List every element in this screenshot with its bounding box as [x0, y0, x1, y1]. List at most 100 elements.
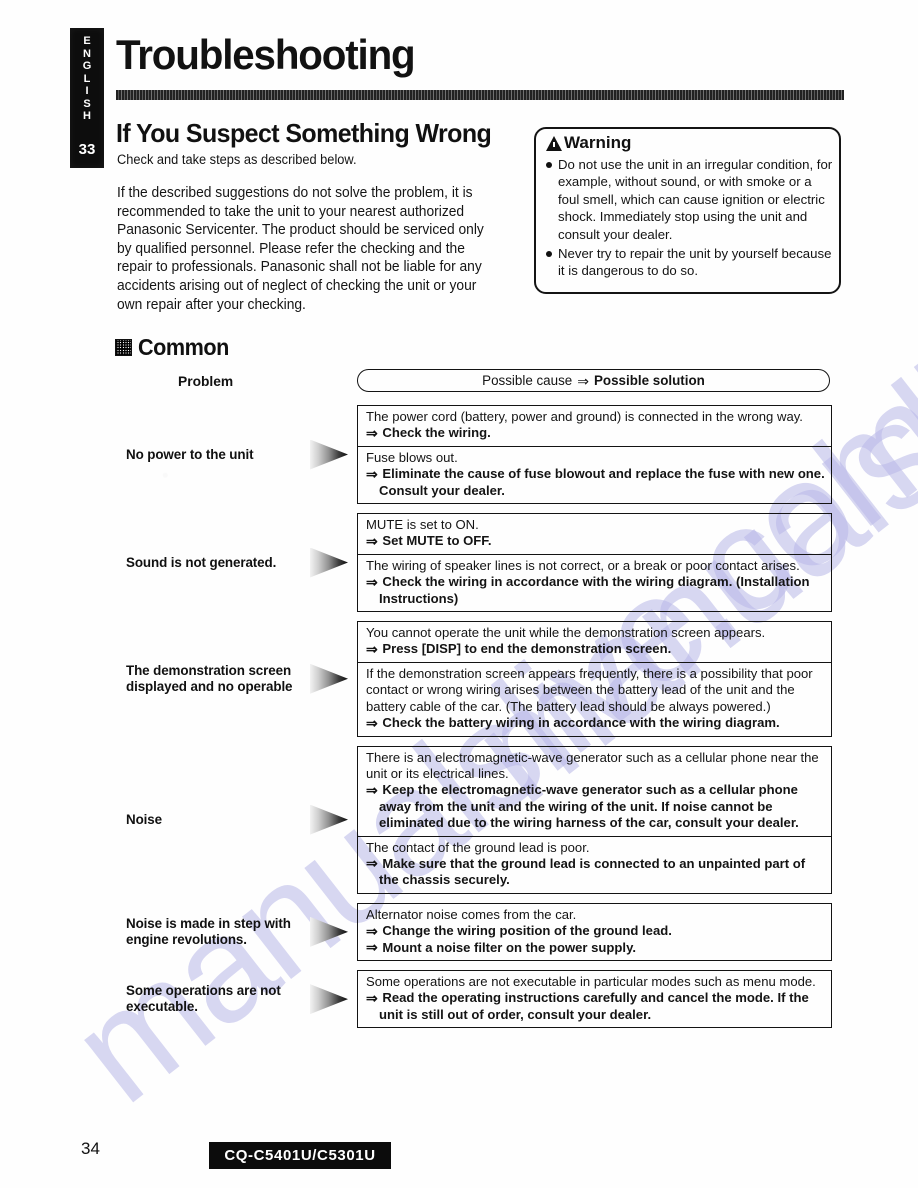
- language-tab-letters: E N G L I S H: [70, 35, 104, 123]
- possible-solution-text: ⇒ Eliminate the cause of fuse blowout an…: [366, 466, 825, 499]
- warning-item: Do not use the unit in an irregular cond…: [545, 156, 833, 243]
- solution-label: Keep the electromagnetic-wave generator …: [379, 782, 799, 831]
- double-arrow-icon: ⇒: [577, 373, 589, 389]
- possible-solution-text: ⇒ Check the wiring.: [366, 425, 825, 441]
- common-section-label: Common: [138, 334, 229, 360]
- solution-label: Check the wiring.: [382, 425, 491, 441]
- solution-label: Eliminate the cause of fuse blowout and …: [379, 466, 825, 498]
- cause-solution-group: There is an electromagnetic-wave generat…: [357, 745, 832, 894]
- problem-label: Noise: [126, 811, 162, 827]
- triangle-pointer-icon: [310, 439, 348, 470]
- language-tab-page-marker: 33: [78, 141, 96, 158]
- language-letter: G: [82, 60, 92, 72]
- possible-solution-label: Possible solution: [593, 373, 705, 388]
- troubleshooting-table: No power to the unit The power cord (batt…: [116, 405, 832, 1037]
- double-arrow-icon: ⇒: [366, 939, 378, 956]
- possible-cause-text: If the demonstration screen appears freq…: [366, 665, 813, 714]
- section-subtitle: Check and take steps as described below.: [117, 152, 357, 167]
- model-badge: CQ-C5401U/C5301U: [209, 1142, 391, 1169]
- cause-solution-cell: If the demonstration screen appears freq…: [358, 661, 831, 736]
- table-row: Noise There is an electromagnetic-wave ge…: [116, 745, 832, 894]
- possible-cause-text: You cannot operate the unit while the de…: [366, 625, 766, 641]
- possible-cause-label: Possible cause: [482, 373, 573, 388]
- possible-cause-text: The wiring of speaker lines is not corre…: [366, 557, 800, 573]
- possible-solution-text: ⇒ Change the wiring position of the grou…: [366, 923, 825, 939]
- solution-label: Mount a noise filter on the power supply…: [382, 939, 637, 955]
- table-row: Some operations are not executable. Some …: [116, 969, 832, 1029]
- problem-label: No power to the unit: [126, 446, 254, 462]
- solution-label: Change the wiring position of the ground…: [382, 923, 672, 939]
- possible-cause-text: Fuse blows out.: [366, 449, 458, 465]
- possible-solution-text: ⇒ Mount a noise filter on the power supp…: [366, 940, 825, 956]
- cause-solution-column-header: Possible cause ⇒ Possible solution: [357, 369, 830, 392]
- row-pointer-cell: [301, 405, 357, 504]
- possible-cause-text: MUTE is set to ON.: [366, 517, 479, 533]
- possible-solution-text: ⇒ Press [DISP] to end the demonstration …: [366, 641, 825, 657]
- double-arrow-icon: ⇒: [366, 922, 378, 939]
- cause-solution-cell: You cannot operate the unit while the de…: [358, 622, 831, 662]
- cause-solution-cell: The contact of the ground lead is poor. ⇒…: [358, 835, 831, 893]
- solution-label: Check the wiring in accordance with the …: [379, 574, 810, 606]
- possible-solution-text: ⇒ Read the operating instructions carefu…: [366, 990, 825, 1023]
- triangle-pointer-icon: [310, 804, 348, 835]
- triangle-pointer-icon: [310, 663, 348, 694]
- table-row: Noise is made in step with engine revolu…: [116, 902, 832, 961]
- cause-solution-cell: Fuse blows out. ⇒ Eliminate the cause of …: [358, 445, 831, 503]
- intro-paragraph: If the described suggestions do not solv…: [117, 185, 484, 313]
- possible-solution-text: ⇒ Keep the electromagnetic-wave generato…: [366, 782, 825, 831]
- possible-solution-text: ⇒ Make sure that the ground lead is conn…: [366, 856, 825, 889]
- possible-cause-text: The power cord (battery, power and groun…: [366, 409, 803, 424]
- possible-cause-text: Alternator noise comes from the car.: [366, 906, 577, 922]
- warning-title-label: Warning: [564, 133, 632, 152]
- cause-solution-cell: The wiring of speaker lines is not corre…: [358, 553, 831, 611]
- cause-solution-group: Alternator noise comes from the car. ⇒ Ch…: [357, 902, 832, 961]
- triangle-pointer-icon: [310, 547, 348, 578]
- double-arrow-icon: ⇒: [366, 640, 378, 657]
- possible-cause-text: There is an electromagnetic-wave generat…: [366, 749, 819, 781]
- language-letter: S: [83, 97, 91, 110]
- solution-label: Set MUTE to OFF.: [382, 533, 492, 549]
- double-arrow-icon: ⇒: [366, 855, 378, 872]
- common-section-heading: Common: [115, 334, 235, 361]
- triangle-pointer-icon: [310, 916, 348, 947]
- warning-triangle-icon: [546, 135, 562, 151]
- warning-title: Warning: [546, 133, 631, 153]
- double-arrow-icon: ⇒: [366, 465, 378, 482]
- possible-solution-text: ⇒ Set MUTE to OFF.: [366, 533, 825, 549]
- problem-label: Some operations are not executable.: [126, 983, 281, 1015]
- solution-label: Check the battery wiring in accordance w…: [382, 715, 780, 731]
- cause-solution-group: MUTE is set to ON. ⇒ Set MUTE to OFF. The …: [357, 513, 832, 613]
- problem-label: Noise is made in step with engine revolu…: [126, 915, 291, 947]
- cause-solution-cell: Alternator noise comes from the car. ⇒ Ch…: [358, 904, 831, 960]
- footer-page-number: 34: [81, 1139, 100, 1158]
- double-arrow-icon: ⇒: [366, 424, 378, 441]
- section-title: If You Suspect Something Wrong: [116, 118, 492, 148]
- double-arrow-icon: ⇒: [366, 573, 378, 590]
- grid-square-icon: [115, 339, 132, 356]
- cause-solution-group: Some operations are not executable in pa…: [357, 969, 832, 1029]
- page-title: Troubleshooting: [116, 31, 416, 78]
- possible-solution-text: ⇒ Check the wiring in accordance with th…: [366, 574, 825, 607]
- problem-column-header: Problem: [178, 374, 234, 389]
- problem-label: Sound is not generated.: [126, 554, 277, 570]
- title-divider-rule: [116, 90, 844, 100]
- language-letter: L: [83, 72, 91, 85]
- language-letter: E: [83, 35, 91, 47]
- row-pointer-cell: [301, 513, 357, 612]
- table-row: The demonstration screen displayed and n…: [116, 621, 832, 737]
- cause-solution-group: You cannot operate the unit while the de…: [357, 621, 832, 737]
- cause-solution-cell: MUTE is set to ON. ⇒ Set MUTE to OFF.: [358, 514, 831, 554]
- double-arrow-icon: ⇒: [366, 781, 378, 798]
- possible-solution-text: ⇒ Check the battery wiring in accordance…: [366, 715, 825, 731]
- table-row: No power to the unit The power cord (batt…: [116, 405, 832, 505]
- warning-item: Never try to repair the unit by yourself…: [545, 245, 833, 280]
- possible-cause-text: Some operations are not executable in pa…: [366, 973, 816, 989]
- row-pointer-cell: [301, 903, 357, 961]
- possible-cause-text: The contact of the ground lead is poor.: [366, 839, 590, 855]
- warning-box: Warning Do not use the unit in an irregu…: [534, 127, 841, 294]
- cause-solution-cell: Some operations are not executable in pa…: [358, 971, 831, 1027]
- problem-label: The demonstration screen displayed and n…: [126, 662, 293, 694]
- cause-solution-group: The power cord (battery, power and groun…: [357, 405, 832, 505]
- triangle-pointer-icon: [310, 984, 348, 1015]
- row-pointer-cell: [301, 970, 357, 1028]
